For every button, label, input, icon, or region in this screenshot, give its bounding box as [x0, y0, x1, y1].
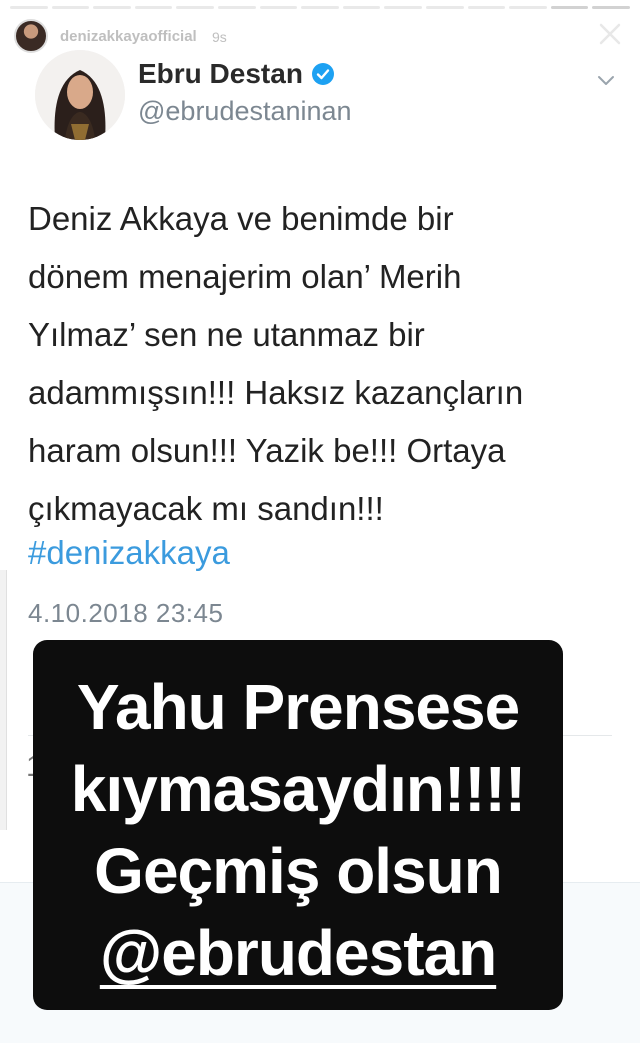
hashtag-link[interactable]: #denizakkaya	[28, 534, 230, 572]
tweet-handle[interactable]: @ebrudestaninan	[138, 96, 352, 127]
story-header: denizakkayaofficial 9s	[12, 16, 628, 60]
left-edge-strip	[0, 570, 7, 830]
progress-segment	[425, 6, 464, 9]
progress-segment	[259, 6, 298, 9]
close-icon[interactable]	[596, 20, 624, 48]
story-username[interactable]: denizakkayaofficial	[60, 28, 197, 45]
tweet-avatar[interactable]	[35, 50, 125, 140]
progress-segment	[509, 6, 547, 9]
tweet-author-name[interactable]: Ebru Destan	[138, 58, 303, 90]
progress-segment	[384, 6, 422, 9]
tweet-name-row: Ebru Destan	[138, 58, 335, 90]
progress-segment	[93, 6, 131, 9]
caption-line: kıymasaydın!!!!	[70, 753, 526, 825]
progress-segment	[134, 6, 173, 9]
story-caption-overlay: Yahu Prensese kıymasaydın!!!! Geçmiş ols…	[33, 640, 563, 1010]
progress-segment	[342, 6, 381, 9]
tweet-line: adammışsın!!! Haksız kazançların	[28, 374, 524, 411]
story-time: 9s	[212, 29, 227, 45]
progress-segment	[592, 6, 630, 9]
chevron-down-icon[interactable]	[594, 68, 618, 92]
tweet-line: haram olsun!!! Yazik be!!! Ortaya	[28, 432, 506, 469]
tweet-body: Deniz Akkaya ve benimde bir dönem menaje…	[28, 190, 613, 538]
caption-line: Yahu Prensese	[76, 671, 520, 743]
progress-segment	[301, 6, 339, 9]
tweet-timestamp: 4.10.2018 23:45	[28, 598, 224, 628]
progress-segment	[467, 6, 506, 9]
progress-segment	[176, 6, 214, 9]
caption-line: Geçmiş olsun	[94, 835, 503, 907]
tweet-line: çıkmayacak mı sandın!!!	[28, 490, 384, 527]
progress-segment	[550, 6, 589, 9]
story-avatar[interactable]	[14, 19, 48, 53]
progress-segment	[51, 6, 90, 9]
tweet-line: Deniz Akkaya ve benimde bir	[28, 200, 454, 237]
story-progress-bar	[10, 6, 630, 9]
progress-segment	[217, 6, 256, 9]
verified-badge-icon	[311, 63, 334, 85]
caption-mention[interactable]: @ebrudestan	[33, 916, 563, 990]
tweet-line: dönem menajerim olan’ Merih	[28, 258, 462, 295]
progress-segment	[10, 6, 48, 9]
tweet-line: Yılmaz’ sen ne utanmaz bir	[28, 316, 425, 353]
